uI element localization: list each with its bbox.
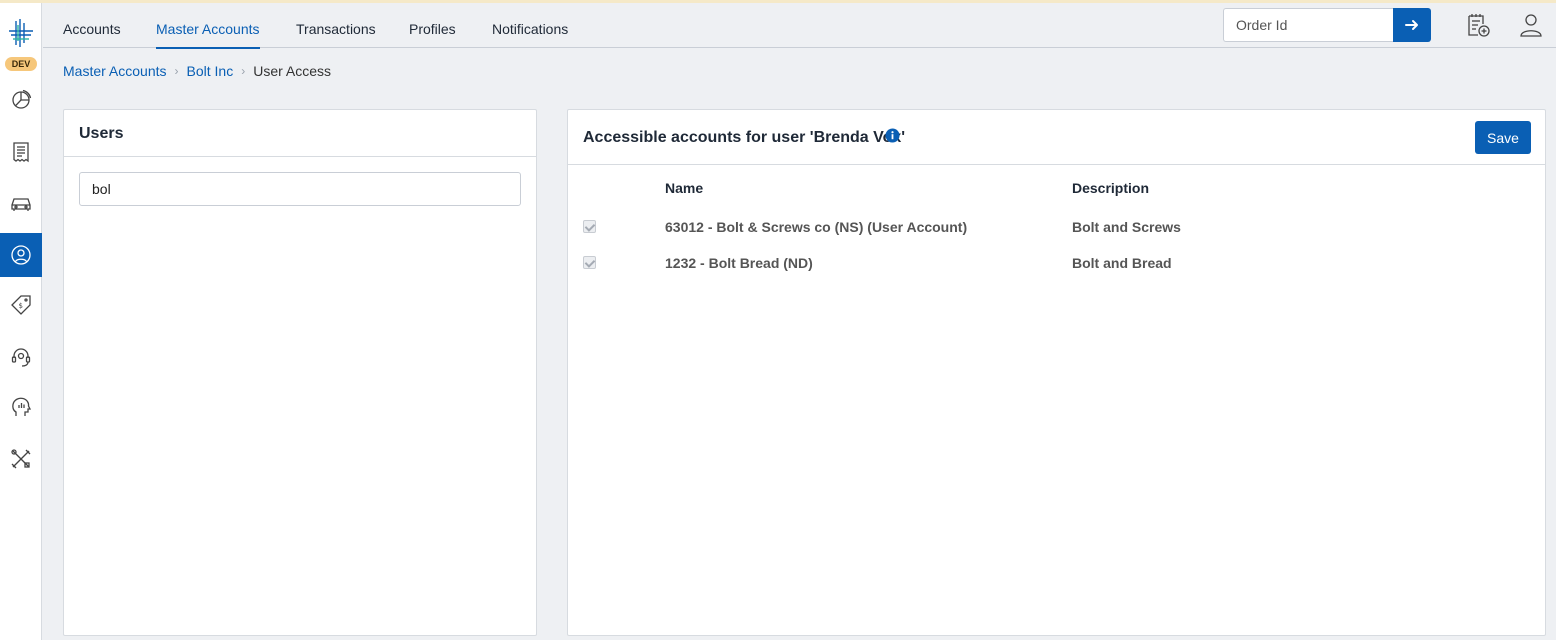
pie-chart-icon: [12, 89, 32, 109]
sidebar-item-tools[interactable]: [0, 437, 42, 481]
account-description-cell: Bolt and Bread: [1072, 255, 1172, 271]
chevron-right-icon: ›: [174, 64, 179, 78]
accessible-accounts-panel: Accessible accounts for user 'Brenda Vox…: [567, 109, 1546, 636]
sidebar-item-users[interactable]: [0, 233, 42, 277]
add-document-icon[interactable]: [1465, 12, 1491, 38]
breadcrumb-bolt-inc[interactable]: Bolt Inc: [187, 63, 234, 79]
accessible-accounts-title: Accessible accounts for user 'Brenda Vox…: [583, 129, 906, 146]
sidebar-item-dashboard[interactable]: [0, 78, 42, 122]
receipt-icon: [13, 142, 29, 163]
save-button[interactable]: Save: [1475, 121, 1531, 154]
accessible-accounts-header: Accessible accounts for user 'Brenda Vox…: [568, 110, 1545, 165]
tab-master-accounts[interactable]: Master Accounts: [156, 3, 260, 49]
breadcrumb-current: User Access: [253, 63, 332, 79]
top-navigation: Accounts Master Accounts Transactions Pr…: [43, 3, 1556, 49]
tab-transactions[interactable]: Transactions: [296, 3, 376, 48]
sidebar-item-pricing[interactable]: $: [0, 283, 42, 327]
tab-accounts[interactable]: Accounts: [63, 3, 121, 48]
column-header-description[interactable]: Description: [1072, 180, 1149, 196]
row-checkbox[interactable]: [583, 256, 596, 269]
sidebar: DEV $: [0, 3, 42, 640]
info-icon[interactable]: [885, 128, 900, 143]
arrow-right-icon: [1405, 20, 1418, 30]
chevron-right-icon: ›: [241, 64, 246, 78]
users-search-input[interactable]: [79, 172, 521, 206]
account-name-cell: 1232 - Bolt Bread (ND): [665, 255, 813, 271]
breadcrumb: Master Accounts › Bolt Inc › User Access: [63, 62, 331, 80]
column-header-name[interactable]: Name: [665, 180, 703, 196]
sidebar-item-support[interactable]: [0, 335, 42, 379]
user-profile-icon[interactable]: [1518, 12, 1544, 38]
headset-icon: [11, 348, 31, 367]
order-search-button[interactable]: [1393, 8, 1431, 42]
table-row: 1232 - Bolt Bread (ND) Bolt and Bread: [568, 245, 1547, 281]
breadcrumb-master-accounts[interactable]: Master Accounts: [63, 63, 167, 79]
tools-icon: [11, 449, 31, 469]
row-checkbox[interactable]: [583, 220, 596, 233]
env-badge: DEV: [5, 57, 37, 71]
sidebar-item-vehicles[interactable]: [0, 181, 42, 225]
head-analytics-icon: [12, 397, 32, 416]
svg-text:$: $: [19, 302, 23, 310]
account-name-cell: 63012 - Bolt & Screws co (NS) (User Acco…: [665, 219, 968, 235]
user-circle-icon: [11, 245, 31, 265]
users-panel-title: Users: [64, 110, 536, 157]
table-row: 63012 - Bolt & Screws co (NS) (User Acco…: [568, 209, 1547, 245]
price-tag-icon: $: [11, 295, 31, 315]
logo-icon[interactable]: [7, 17, 35, 49]
tab-profiles[interactable]: Profiles: [409, 3, 456, 48]
order-id-input[interactable]: [1223, 8, 1393, 42]
tab-notifications[interactable]: Notifications: [492, 3, 568, 48]
users-panel: Users: [63, 109, 537, 636]
account-description-cell: Bolt and Screws: [1072, 219, 1181, 235]
sidebar-item-invoices[interactable]: [0, 130, 42, 174]
car-icon: [11, 198, 31, 211]
sidebar-item-analytics[interactable]: [0, 385, 42, 429]
